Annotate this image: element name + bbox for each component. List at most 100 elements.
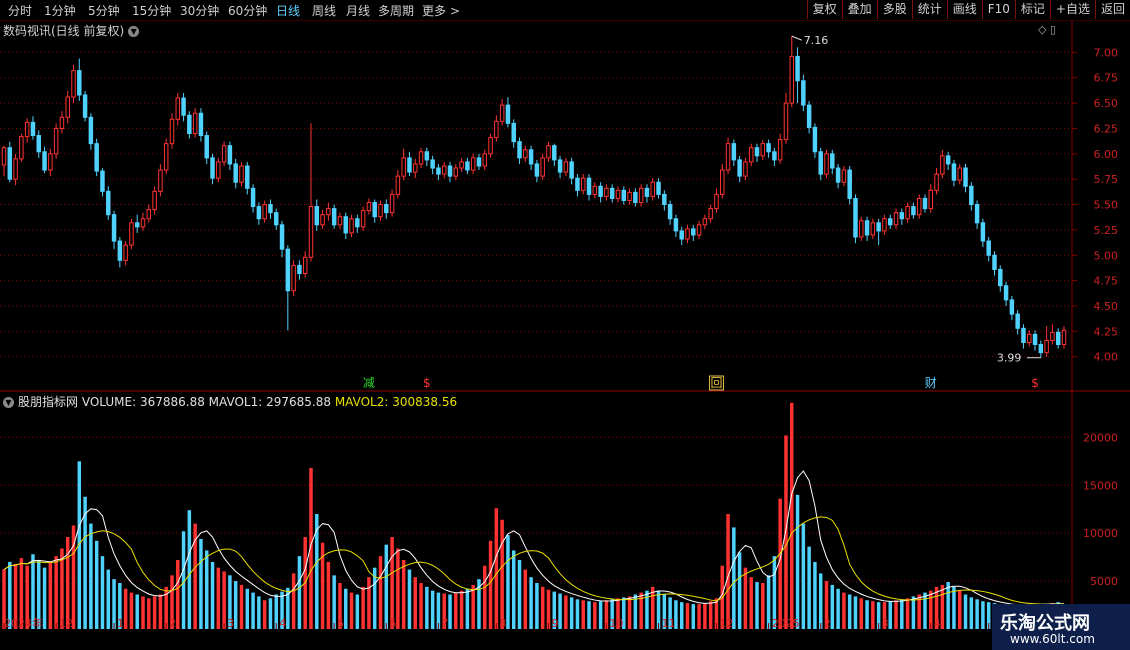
candle-body [378, 204, 383, 218]
volume-bar [355, 594, 360, 629]
period-30min[interactable]: 30分钟 [180, 2, 219, 19]
toolbar-restore-rights-button[interactable]: 复权 [806, 0, 842, 19]
toolbar-mark-button[interactable]: 标记 [1014, 0, 1050, 19]
volume-bar [129, 592, 134, 629]
period-monthly[interactable]: 月线 [346, 2, 370, 19]
candle-body [349, 218, 354, 234]
volume-tick-label: 10000 [1083, 527, 1118, 540]
candle-body [557, 159, 563, 173]
volume-bar [488, 540, 493, 629]
volume-bar [958, 590, 962, 629]
candle-body [418, 151, 424, 165]
candle-body [198, 112, 204, 137]
volume-bar [459, 590, 464, 629]
volume-bar [795, 494, 800, 629]
price-tick-label: 4.00 [1094, 351, 1119, 364]
volume-bar [54, 556, 58, 629]
candle-body [134, 222, 140, 228]
candle-body [42, 151, 47, 171]
volume-bar [251, 592, 255, 629]
volume-bar [147, 598, 151, 629]
watermark-logo: 乐淘公式网 www.60lt.com [992, 604, 1130, 650]
volume-bar [905, 598, 910, 629]
candle-body [187, 114, 192, 135]
date-tick-label: 5 [337, 617, 344, 630]
main-chart-controls[interactable]: ◇ ▯ [1038, 23, 1056, 36]
volume-bar [158, 594, 163, 629]
price-tick-label: 4.50 [1094, 300, 1119, 313]
volume-bar [112, 579, 116, 629]
watermark-url: www.60lt.com [1010, 632, 1095, 646]
candle-body [82, 94, 88, 118]
main-chart-title: 数码视讯(日线 前复权) ▼ [3, 22, 140, 39]
volume-bar [268, 598, 273, 629]
event-marker: $ [423, 376, 431, 390]
candle-body [638, 187, 644, 204]
toolbar-f10-button[interactable]: F10 [981, 0, 1015, 19]
volume-bar [216, 567, 221, 629]
period-daily[interactable]: 日线 [276, 2, 300, 19]
period-15min[interactable]: 15分钟 [132, 2, 171, 19]
candle-body [326, 208, 331, 216]
volume-bar [558, 593, 562, 629]
volume-bar [390, 537, 394, 629]
candle-body [974, 204, 980, 224]
candle-body [615, 189, 621, 199]
date-tick-label: 12 [719, 617, 733, 630]
candle-body [818, 151, 823, 175]
candle-body [227, 145, 233, 165]
volume-bar [500, 519, 504, 629]
period-1min[interactable]: 1分钟 [44, 2, 76, 19]
chevron-down-icon[interactable]: ▼ [128, 26, 140, 37]
chevron-down-icon[interactable]: ▼ [3, 397, 14, 408]
toolbar-add-watchlist-button[interactable]: +自选 [1049, 0, 1095, 19]
volume-bar [569, 597, 574, 629]
candle-body [436, 167, 441, 175]
volume-bar [344, 588, 348, 629]
volume-bar [859, 598, 864, 629]
candle-body [511, 122, 516, 143]
candle-body [552, 145, 557, 161]
toolbar-multi-stock-button[interactable]: 多股 [876, 0, 912, 19]
volume-bar [517, 560, 522, 629]
toolbar: 复权 叠加 多股 统计 画线 F10 标记 +自选 返回 [806, 0, 1130, 20]
period-multi[interactable]: 多周期 [378, 2, 414, 19]
candle-body [30, 121, 36, 137]
period-60min[interactable]: 60分钟 [228, 2, 267, 19]
volume-bar [332, 575, 336, 629]
toolbar-draw-line-button[interactable]: 画线 [946, 0, 982, 19]
volume-bar [679, 602, 684, 629]
period-more[interactable]: 更多 > [422, 2, 460, 19]
candle-body [389, 193, 395, 214]
candle-body [627, 191, 632, 201]
candle-body [476, 157, 482, 167]
candle-body [77, 70, 82, 96]
date-tick-label: 11 [662, 617, 676, 630]
toolbar-overlay-button[interactable]: 叠加 [841, 0, 877, 19]
candle-body [679, 230, 684, 240]
candle-body [847, 169, 852, 199]
toolbar-statistics-button[interactable]: 统计 [911, 0, 947, 19]
volume-bar [378, 556, 383, 629]
toolbar-back-button[interactable]: 返回 [1094, 0, 1130, 19]
candle-body [13, 158, 18, 180]
candle-body [743, 161, 748, 177]
volume-bar [975, 599, 979, 629]
stock-chart[interactable]: 7.00 6.75 6.50 6.25 6.00 5.75 5.50 5.25 5.00 4.75… [0, 21, 1130, 650]
volume-bar [100, 556, 105, 629]
volume-bar [222, 571, 226, 629]
date-tick-label: 12 [59, 617, 73, 630]
candle-body [94, 143, 99, 172]
volume-bar [564, 595, 568, 629]
candle-body [111, 214, 117, 242]
volume-bar [262, 600, 267, 629]
candle-body [789, 55, 794, 104]
candle-body [783, 102, 789, 141]
candle-body [748, 147, 754, 163]
period-timeshare[interactable]: 分时 [8, 2, 32, 19]
volume-bar [969, 597, 974, 629]
candle-body [372, 202, 377, 218]
candle-body [835, 167, 841, 183]
period-5min[interactable]: 5分钟 [88, 2, 120, 19]
period-weekly[interactable]: 周线 [312, 2, 336, 19]
